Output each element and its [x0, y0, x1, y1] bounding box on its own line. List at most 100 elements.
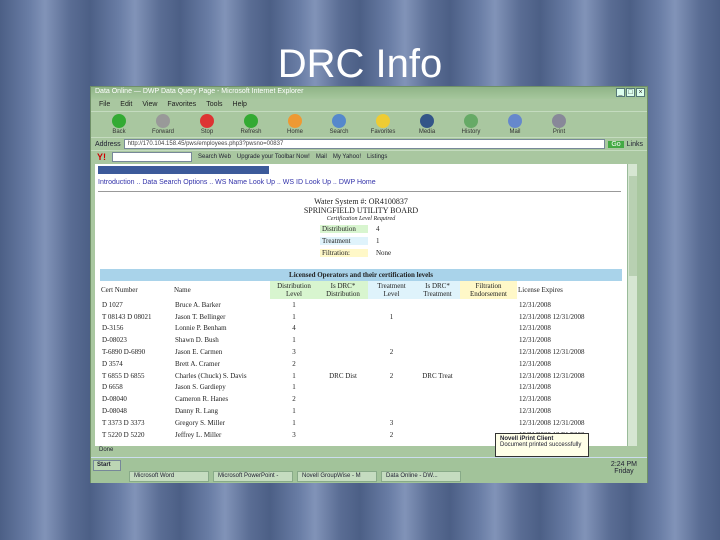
listings-button[interactable]: Listings	[367, 154, 387, 160]
window-title: Data Online — DWP Data Query Page - Micr…	[95, 88, 304, 95]
table-cell	[460, 405, 517, 417]
table-cell	[460, 358, 517, 370]
table-cell	[415, 405, 460, 417]
go-button[interactable]: Go	[608, 140, 624, 148]
table-cell	[415, 393, 460, 405]
requirement-label: Treatment	[320, 237, 368, 245]
table-cell: 1	[292, 312, 296, 321]
scroll-thumb[interactable]	[629, 176, 637, 276]
table-cell	[318, 346, 368, 358]
table-cell	[415, 299, 460, 311]
toolbar-label: Home	[286, 129, 303, 135]
table-cell	[318, 358, 368, 370]
table-row: D-08023 Shawn D. Bush 1 12/31/2008	[100, 334, 622, 346]
requirement-label: Filtration:	[320, 249, 368, 257]
toolbar-mail-button[interactable]: Mail	[493, 114, 537, 135]
yahoo-toolbar: Y! Search Web Upgrade your Toolbar Now! …	[91, 150, 647, 163]
toolbar-home-button[interactable]: Home	[273, 114, 317, 135]
menu-file[interactable]: File	[99, 101, 110, 109]
table-cell: D-3156	[102, 324, 124, 333]
table-row: T-6890 D-6890 Jason E. Carmen 3 2 12/31/2008…	[100, 346, 622, 358]
table-cell	[415, 323, 460, 335]
table-cell	[318, 323, 368, 335]
history-icon	[464, 114, 478, 128]
table-cell: 12/31/2008	[519, 359, 551, 368]
toolbar-label: Favorites	[370, 129, 396, 135]
toolbar-history-button[interactable]: History	[449, 114, 493, 135]
media-icon	[420, 114, 434, 128]
table-cell: 3	[389, 418, 394, 427]
taskbar-button[interactable]: Data Online - DW...	[381, 471, 461, 482]
column-header: Is DRC* Distribution	[318, 281, 368, 299]
menu-edit[interactable]: Edit	[120, 101, 132, 109]
column-header: Treatment Level	[368, 281, 415, 299]
maximize-button[interactable]: □	[626, 88, 635, 97]
toolbar-label: History	[461, 129, 481, 135]
column-header: License Expires	[518, 286, 563, 294]
taskbar-button[interactable]: Microsoft PowerPoint -	[213, 471, 293, 482]
page-content: Introduction .. Data Search Options .. W…	[95, 164, 627, 446]
table-cell	[318, 417, 368, 429]
toolbar-media-button[interactable]: Media	[405, 114, 449, 135]
taskbar-button[interactable]: Microsoft Word	[129, 471, 209, 482]
menu-view[interactable]: View	[142, 101, 157, 109]
links-button[interactable]: Links	[627, 141, 643, 148]
close-button[interactable]: ×	[636, 88, 645, 97]
toolbar-stop-button[interactable]: Stop	[185, 114, 229, 135]
table-cell	[460, 311, 517, 323]
table-cell: T-6890 D-6890	[102, 348, 146, 357]
table-cell	[415, 311, 460, 323]
yahoo-logo-icon[interactable]: Y!	[97, 152, 106, 162]
table-cell: 12/31/2008 12/31/2008	[519, 418, 585, 427]
upgrade-link[interactable]: Upgrade your Toolbar Now!	[237, 154, 310, 160]
vertical-scrollbar[interactable]	[627, 164, 637, 446]
menu-favorites[interactable]: Favorites	[167, 101, 196, 109]
table-cell: Jason S. Gardiepy	[175, 383, 226, 392]
toolbar-forward-button[interactable]: Forward	[141, 114, 185, 135]
address-label: Address	[95, 140, 121, 148]
print-icon	[552, 114, 566, 128]
table-cell: D-08048	[102, 407, 127, 416]
table-row: T 3373 D 3373 Gregory S. Miller 1 3 12/31/20…	[100, 417, 622, 429]
table-cell	[415, 429, 460, 441]
yahoo-search-input[interactable]	[112, 152, 192, 162]
search-web-button[interactable]: Search Web	[198, 154, 231, 160]
table-cell	[460, 346, 517, 358]
toolbar: Back Forward Stop Refresh Home Search Favorite…	[91, 111, 647, 137]
toolbar-back-button[interactable]: Back	[97, 114, 141, 135]
requirement-row: Distribution 4	[320, 223, 391, 235]
table-row: D-08048 Danny R. Lang 1 12/31/2008	[100, 405, 622, 417]
table-cell	[318, 382, 368, 394]
table-cell: Gregory S. Miller	[175, 418, 225, 427]
table-cell	[415, 346, 460, 358]
table-cell: 2	[389, 371, 394, 380]
table-cell: Danny R. Lang	[175, 407, 218, 416]
mail-button[interactable]: Mail	[316, 154, 327, 160]
toolbar-refresh-button[interactable]: Refresh	[229, 114, 273, 135]
toolbar-favorites-button[interactable]: Favorites	[361, 114, 405, 135]
table-cell: 12/31/2008	[519, 407, 551, 416]
toolbar-label: Mail	[509, 129, 521, 135]
divider	[98, 191, 621, 192]
table-cell: T 08143 D 08021	[102, 312, 152, 321]
minimize-button[interactable]: _	[616, 88, 625, 97]
start-button[interactable]: Start	[93, 460, 121, 471]
table-cell	[460, 323, 517, 335]
menu-help[interactable]: Help	[233, 101, 247, 109]
toolbar-print-button[interactable]: Print	[537, 114, 581, 135]
taskbar-button[interactable]: Novell GroupWise - M	[297, 471, 377, 482]
table-cell	[415, 358, 460, 370]
table-cell	[460, 393, 517, 405]
table-cell: DRC Treat	[422, 371, 453, 380]
table-cell: 12/31/2008	[519, 336, 551, 345]
back-icon	[112, 114, 126, 128]
toolbar-search-button[interactable]: Search	[317, 114, 361, 135]
address-input[interactable]: http://170.104.158.45/pws/employees.php3…	[123, 139, 606, 149]
nav-links[interactable]: Introduction .. Data Search Options .. W…	[98, 179, 376, 186]
my-yahoo-button[interactable]: My Yahoo!	[333, 154, 361, 160]
menu-tools[interactable]: Tools	[206, 101, 222, 109]
table-cell	[318, 334, 368, 346]
table-row: T 08143 D 08021 Jason T. Bellinger 1 1 12/31…	[100, 311, 622, 323]
table-cell: Charles (Chuck) S. Davis	[175, 371, 247, 380]
notification-balloon[interactable]: Novell iPrint Client Document printed su…	[495, 433, 589, 457]
